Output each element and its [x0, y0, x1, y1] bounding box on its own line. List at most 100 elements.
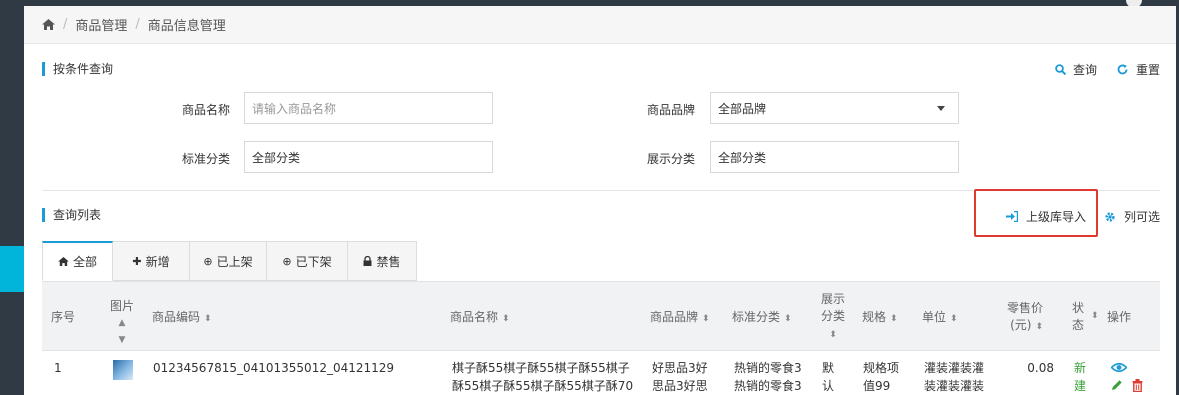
cell-unit: 灌装灌装灌 装灌装灌装 — [924, 359, 994, 395]
sort-icon: ▲ ▼ — [118, 318, 126, 345]
col-name-label: 商品名称 — [450, 310, 499, 324]
list-section-title: 查询列表 — [42, 208, 101, 222]
col-status-label-2: 态 — [1071, 318, 1084, 332]
col-name[interactable]: 商品名称 ⬍ — [450, 309, 510, 328]
cell-display-category: 默 认 — [822, 359, 842, 395]
trash-icon[interactable] — [1132, 379, 1143, 392]
col-brand-label: 商品品牌 — [650, 310, 699, 324]
standard-category-label: 标准分类 — [181, 152, 230, 166]
col-status[interactable]: 状 态 — [1068, 300, 1088, 334]
sidebar-active-item[interactable] — [0, 246, 24, 292]
col-brand[interactable]: 商品品牌 ⬍ — [650, 309, 710, 328]
reset-button[interactable]: 重置 — [1117, 61, 1160, 78]
col-image[interactable]: 图片 ▲ ▼ — [110, 298, 134, 349]
cell-spec: 规格项 值99 — [863, 359, 913, 395]
tab-new[interactable]: ✚ 新增 — [113, 241, 190, 281]
cell-name-line-1: 棋子酥55棋子酥55棋子酥55棋子 — [452, 361, 630, 375]
brand-label: 商品品牌 — [646, 103, 695, 117]
brand-select[interactable]: 全部品牌 — [710, 92, 959, 124]
brand-select-value: 全部品牌 — [718, 101, 767, 116]
cell-name-line-2: 酥55棋子酥55棋子酥55棋子酥70 — [452, 379, 634, 393]
product-thumbnail[interactable] — [113, 360, 133, 380]
refresh-icon — [1117, 64, 1128, 75]
col-disp-cat-label-1: 展示 — [820, 292, 845, 306]
reset-button-label: 重置 — [1136, 63, 1161, 77]
col-unit[interactable]: 单位 ⬍ — [922, 309, 958, 328]
search-icon — [1055, 64, 1066, 75]
tab-off-shelf[interactable]: ⊕ 已下架 — [267, 241, 348, 281]
cell-name: 棋子酥55棋子酥55棋子酥55棋子 酥55棋子酥55棋子酥55棋子酥70 — [452, 359, 642, 395]
home-icon[interactable] — [42, 19, 55, 30]
sort-icon: ⬍ — [829, 330, 837, 340]
table-header: 序号 图片 ▲ ▼ 商品编码 ⬍ 商品名称 ⬍ 商品品牌 ⬍ 标准分类 ⬍ 展示 分类 ⬍… — [42, 281, 1160, 351]
cell-status-line-2: 建 — [1074, 379, 1087, 393]
cell-brand-line-1: 好思品3好 — [652, 361, 708, 375]
eye-icon[interactable] — [1111, 362, 1127, 373]
col-price-label-2: (元) — [1010, 318, 1032, 332]
caret-down-icon — [937, 106, 945, 111]
col-display-category[interactable]: 展示 分类 ⬍ — [819, 291, 847, 344]
cell-status-line-1: 新 — [1074, 361, 1087, 375]
tab-banned[interactable]: 禁售 — [348, 241, 417, 281]
search-button-label: 查询 — [1073, 63, 1098, 77]
cell-unit-line-2: 装灌装灌装 — [924, 379, 985, 393]
import-button-label: 上级库导入 — [1026, 210, 1087, 224]
cell-price: 0.08 — [1027, 361, 1054, 375]
main-content: 按条件查询 查询 重置 商品名称 请输入商品名称 商品品牌 全部品牌 标准分类 … — [24, 44, 1176, 395]
query-section-title: 按条件查询 — [42, 62, 113, 76]
product-name-label: 商品名称 — [181, 103, 230, 117]
cell-brand-line-2: 思品3好思 — [652, 379, 708, 393]
cell-standard-category: 热销的零食3 热销的零食3 — [734, 359, 814, 395]
down-circle-icon: ⊕ — [282, 254, 292, 268]
col-code[interactable]: 商品编码 ⬍ — [152, 309, 212, 328]
column-chooser-button[interactable]: 列可选 — [1104, 208, 1160, 225]
sort-icon: ⬍ — [950, 314, 958, 324]
lock-icon — [363, 256, 372, 266]
up-circle-icon: ⊕ — [203, 254, 213, 268]
col-standard-category[interactable]: 标准分类 ⬍ — [732, 309, 792, 328]
cell-spec-line-2: 值99 — [863, 379, 891, 393]
gear-icon — [1105, 211, 1115, 222]
col-status-label-1: 状 — [1071, 301, 1084, 315]
col-spec[interactable]: 规格 ⬍ — [862, 309, 898, 328]
cell-code: 01234567815_04101355012_04121129 — [153, 361, 395, 375]
sort-icon: ⬍ — [702, 314, 710, 324]
display-category-label: 展示分类 — [646, 152, 695, 166]
sort-icon: ⬍ — [784, 314, 792, 324]
col-spec-label: 规格 — [862, 310, 887, 324]
col-ops: 操作 — [1107, 310, 1132, 324]
col-price[interactable]: 零售价 (元) ⬍ — [1007, 300, 1043, 336]
cell-unit-line-1: 灌装灌装灌 — [924, 361, 985, 375]
table-row[interactable]: 1 01234567815_04101355012_04121129 棋子酥55… — [42, 351, 1160, 395]
breadcrumb-separator: / — [135, 17, 140, 32]
col-price-label-1: 零售价 — [1007, 301, 1044, 315]
cell-seq: 1 — [54, 361, 62, 375]
cell-std-cat-line-1: 热销的零食3 — [734, 361, 802, 375]
sort-icon: ⬍ — [890, 314, 898, 324]
cell-std-cat-line-2: 热销的零食3 — [734, 379, 802, 393]
import-from-parent-button[interactable]: 上级库导入 — [1006, 208, 1086, 225]
sort-icon[interactable]: ⬍ — [1091, 311, 1099, 321]
col-disp-cat-label-2: 分类 — [820, 309, 845, 323]
standard-category-input[interactable]: 全部分类 — [244, 141, 493, 173]
tab-all[interactable]: 全部 — [42, 241, 113, 281]
cell-brand: 好思品3好 思品3好思 — [652, 359, 722, 395]
breadcrumb: / 商品管理 / 商品信息管理 — [24, 6, 1176, 44]
sort-icon: ⬍ — [1035, 322, 1044, 332]
col-unit-label: 单位 — [922, 310, 947, 324]
tab-off-shelf-label: 已下架 — [295, 254, 332, 269]
tab-on-shelf[interactable]: ⊕ 已上架 — [190, 241, 267, 281]
sort-icon: ⬍ — [502, 314, 510, 324]
breadcrumb-separator: / — [63, 17, 68, 32]
home-icon — [58, 257, 69, 266]
display-category-input[interactable]: 全部分类 — [710, 141, 959, 173]
sort-icon: ⬍ — [204, 314, 212, 324]
pencil-icon[interactable] — [1111, 379, 1123, 391]
tab-on-shelf-label: 已上架 — [216, 254, 253, 269]
sidebar — [0, 6, 24, 395]
search-button[interactable]: 查询 — [1055, 61, 1097, 78]
product-name-input[interactable]: 请输入商品名称 — [244, 92, 493, 124]
breadcrumb-item-product-info: 商品信息管理 — [147, 19, 226, 34]
tab-banned-label: 禁售 — [376, 254, 401, 269]
breadcrumb-item-product-mgmt[interactable]: 商品管理 — [75, 15, 127, 34]
